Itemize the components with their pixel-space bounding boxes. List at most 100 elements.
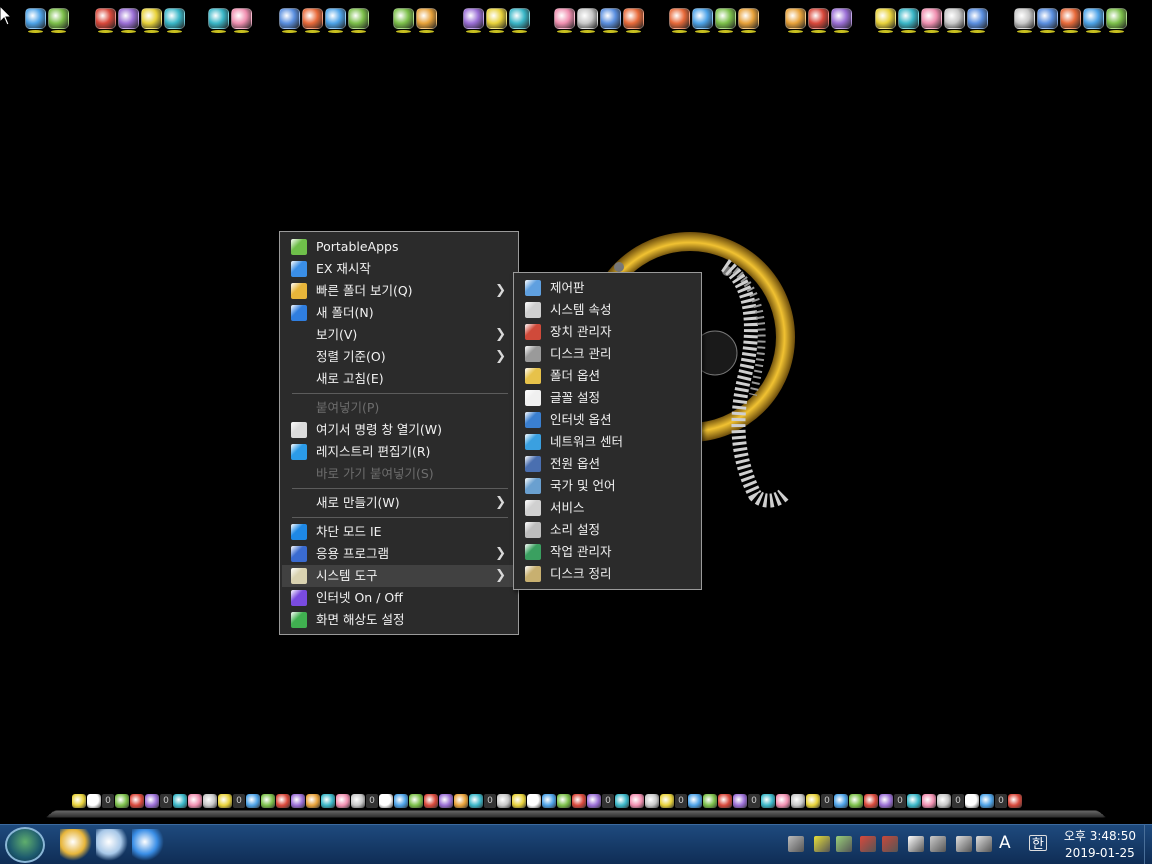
sub-menu-item[interactable]: 디스크 관리 [516,343,699,365]
scanner-icon[interactable] [600,8,621,33]
fc-icon[interactable] [509,8,530,33]
pdf-icon[interactable] [424,794,438,808]
clock[interactable]: 오후 3:48:50 2019-01-25 [1064,828,1136,862]
chip-icon[interactable] [808,8,829,33]
tools-icon[interactable] [557,794,571,808]
explorer-icon[interactable] [60,829,92,861]
volume-icon[interactable] [864,794,878,808]
color-icon[interactable] [130,794,144,808]
word-icon[interactable] [379,794,393,808]
main-menu-item[interactable]: 화면 해상도 설정 [282,609,516,631]
dice-icon[interactable] [231,8,252,33]
sub-menu-item[interactable]: 소리 설정 [516,519,699,541]
monitor-icon[interactable] [118,8,139,33]
torrent-icon[interactable] [615,794,629,808]
globe-icon[interactable] [1037,8,1058,33]
main-menu-item[interactable]: 시스템 도구 ❯ [282,565,516,587]
windows-icon[interactable] [348,8,369,33]
disk-icon[interactable] [393,8,414,33]
sub-menu-item[interactable]: 제어판 [516,277,699,299]
fox-icon[interactable] [276,794,290,808]
fan-icon[interactable] [218,794,232,808]
sub-menu-item[interactable]: 작업 관리자 [516,541,699,563]
bird-icon[interactable] [261,794,275,808]
p-icon[interactable] [660,794,674,808]
search-icon[interactable] [1014,8,1035,33]
main-menu-item[interactable]: 레지스트리 편집기(R) [282,441,516,463]
sub-menu-item[interactable]: 네트워크 센터 [516,431,699,453]
excel-icon[interactable] [394,794,408,808]
chat-icon[interactable] [630,794,644,808]
sub-menu-item[interactable]: 디스크 정리 [516,563,699,585]
toy-icon[interactable] [814,836,830,852]
sub-menu-item[interactable]: 장치 관리자 [516,321,699,343]
x-icon[interactable] [922,794,936,808]
map-icon[interactable] [188,794,202,808]
ime-mode-indicator[interactable]: A [999,834,1017,852]
tools-icon[interactable] [930,836,946,852]
trash-icon[interactable] [164,8,185,33]
laptop-icon[interactable] [95,8,116,33]
cd-icon[interactable] [715,8,736,33]
lightning-icon[interactable] [831,8,852,33]
sub-menu-item[interactable]: 인터넷 옵션 [516,409,699,431]
sub-menu-item[interactable]: 글꼴 설정 [516,387,699,409]
power-icon[interactable] [87,794,101,808]
record-icon[interactable] [703,794,717,808]
network-icon[interactable] [898,8,919,33]
usb-icon[interactable] [738,8,759,33]
main-menu-item[interactable]: 인터넷 On / Off [282,587,516,609]
film-icon[interactable] [761,794,775,808]
main-menu-item[interactable]: EX 재시작 [282,258,516,280]
cursor-box-icon[interactable] [463,8,484,33]
sub-menu-item[interactable]: 국가 및 언어 [516,475,699,497]
code-icon[interactable] [733,794,747,808]
kakao-icon[interactable] [645,794,659,808]
main-menu-item[interactable]: 응용 프로그램 ❯ [282,543,516,565]
user-icon[interactable] [875,8,896,33]
sub-menu-item[interactable]: 폴더 옵션 [516,365,699,387]
a-icon[interactable] [542,794,556,808]
edge-icon[interactable] [306,794,320,808]
network-icon[interactable] [788,836,804,852]
window-icon[interactable] [302,8,323,33]
check-icon[interactable] [937,794,951,808]
gear-icon[interactable] [351,794,365,808]
flag-icon[interactable] [882,836,898,852]
dice-icon[interactable] [208,8,229,33]
main-menu-item[interactable]: 정렬 기준(O) ❯ [282,346,516,368]
ban-icon[interactable] [776,794,790,808]
start-button[interactable] [5,827,45,863]
help-icon[interactable] [115,794,129,808]
ppt-icon[interactable] [409,794,423,808]
tools-icon[interactable] [577,8,598,33]
tools-icon[interactable] [173,794,187,808]
usb-icon[interactable] [836,836,852,852]
play-icon[interactable] [497,794,511,808]
sub-menu-item[interactable]: 서비스 [516,497,699,519]
paint-drop-icon[interactable] [25,8,46,33]
pen-icon[interactable] [72,794,86,808]
video-icon[interactable] [572,794,586,808]
ime-language-indicator[interactable]: 한 [1029,835,1047,852]
puzzle-icon[interactable] [944,8,965,33]
headphone-icon[interactable] [527,794,541,808]
main-menu-item[interactable]: 여기서 명령 창 열기(W) [282,419,516,441]
sub-menu-item[interactable]: 전원 옵션 [516,453,699,475]
network-icon[interactable] [834,794,848,808]
play-icon[interactable] [246,794,260,808]
lock-icon[interactable] [967,8,988,33]
hancom-icon[interactable] [454,794,468,808]
v-icon[interactable] [907,794,921,808]
floppy-icon[interactable] [1060,8,1081,33]
pen-icon[interactable] [718,794,732,808]
64bit-icon[interactable] [785,8,806,33]
safely-remove-icon[interactable] [956,836,972,852]
grid-icon[interactable] [688,794,702,808]
shield-icon[interactable] [860,836,876,852]
help-icon[interactable] [921,8,942,33]
warning-icon[interactable] [512,794,526,808]
power-icon[interactable] [1008,794,1022,808]
hwp-icon[interactable] [439,794,453,808]
main-menu-item[interactable]: 새로 만들기(W) ❯ [282,492,516,514]
